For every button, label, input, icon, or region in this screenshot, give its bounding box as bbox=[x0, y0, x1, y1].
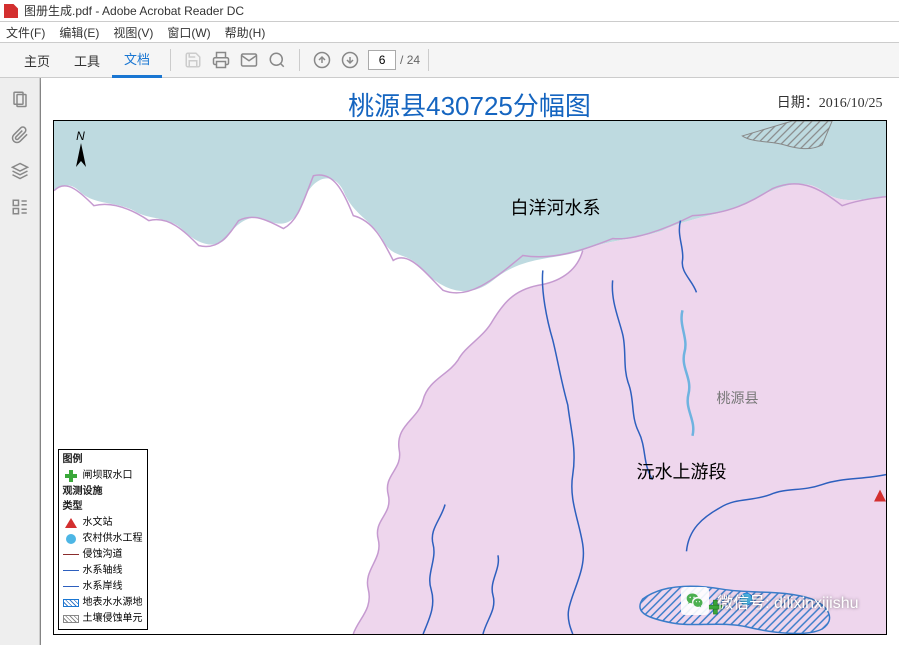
email-button[interactable] bbox=[235, 46, 263, 74]
menu-view[interactable]: 视图(V) bbox=[113, 24, 153, 41]
map-legend: 图例 闸坝取水口 观测设施 类型 水文站 农村供水工程 侵蚀沟道 水系轴线 水系… bbox=[58, 449, 148, 630]
tab-home[interactable]: 主页 bbox=[12, 42, 62, 78]
menu-edit[interactable]: 编辑(E) bbox=[59, 24, 99, 41]
save-button[interactable] bbox=[179, 46, 207, 74]
menu-window[interactable]: 窗口(W) bbox=[167, 24, 210, 41]
toolbar: 主页 工具 文档 / 24 bbox=[0, 42, 899, 78]
tab-tools[interactable]: 工具 bbox=[62, 42, 112, 78]
next-page-button[interactable] bbox=[336, 46, 364, 74]
map-frame: N 图例 闸坝取水口 观测设施 类型 水文站 农村供水工程 侵蚀沟道 水系轴线 … bbox=[53, 120, 887, 635]
title-bar: 图册生成.pdf - Adobe Acrobat Reader DC bbox=[0, 0, 899, 22]
sidebar-panel bbox=[0, 78, 40, 645]
tab-document[interactable]: 文档 bbox=[112, 42, 162, 78]
map-label-county: 桃源县 bbox=[717, 388, 759, 408]
prev-page-button[interactable] bbox=[308, 46, 336, 74]
attachments-button[interactable] bbox=[9, 124, 31, 146]
menu-bar: 文件(F) 编辑(E) 视图(V) 窗口(W) 帮助(H) bbox=[0, 22, 899, 42]
menu-file[interactable]: 文件(F) bbox=[6, 24, 45, 41]
map-date: 日期：2016/10/25 bbox=[777, 92, 883, 112]
menu-help[interactable]: 帮助(H) bbox=[225, 24, 266, 41]
pdf-page: 桃源县430725分幅图 日期：2016/10/25 bbox=[41, 78, 899, 645]
layers-button[interactable] bbox=[9, 160, 31, 182]
north-arrow: N bbox=[72, 129, 90, 178]
thumbnails-button[interactable] bbox=[9, 88, 31, 110]
map-label-section: 沅水上游段 bbox=[637, 458, 727, 484]
search-button[interactable] bbox=[263, 46, 291, 74]
bookmarks-button[interactable] bbox=[9, 196, 31, 218]
page-total-label: / 24 bbox=[400, 53, 420, 67]
map-label-river: 白洋河水系 bbox=[511, 194, 601, 220]
print-button[interactable] bbox=[207, 46, 235, 74]
page-number-input[interactable] bbox=[368, 50, 396, 70]
document-viewport[interactable]: 桃源县430725分幅图 日期：2016/10/25 bbox=[40, 78, 899, 645]
map-svg bbox=[54, 121, 886, 634]
pdf-icon bbox=[4, 4, 18, 18]
window-title: 图册生成.pdf - Adobe Acrobat Reader DC bbox=[24, 2, 244, 19]
